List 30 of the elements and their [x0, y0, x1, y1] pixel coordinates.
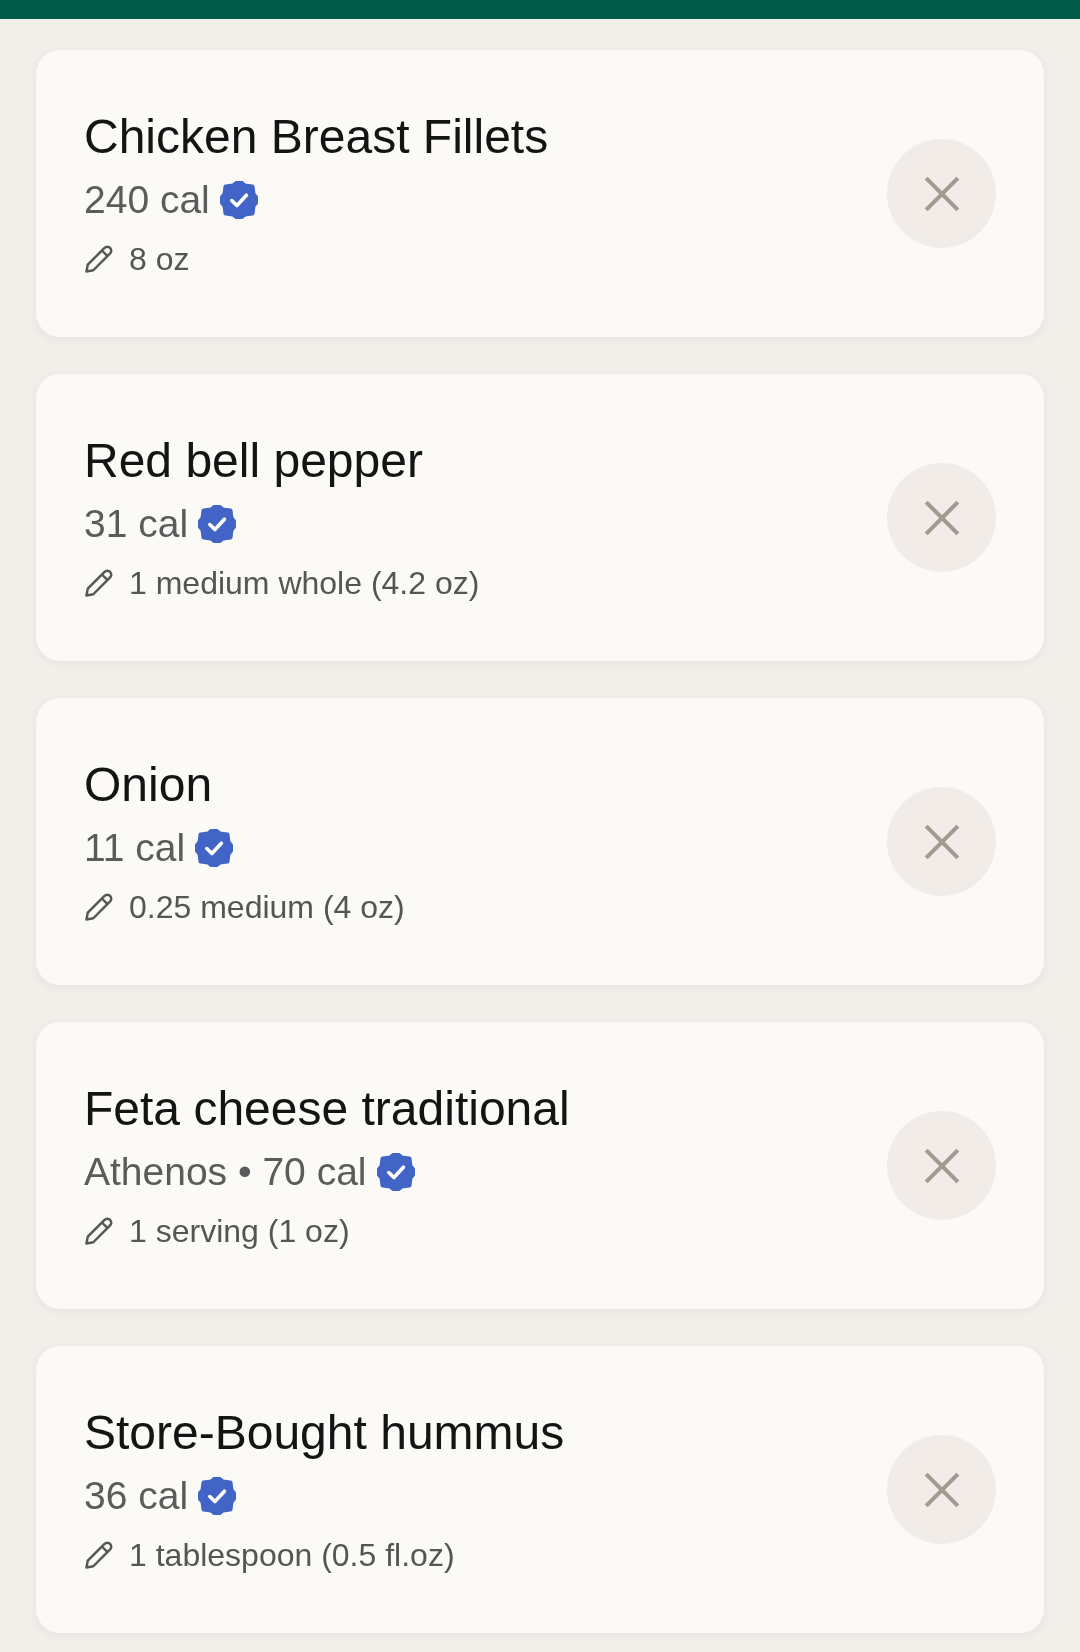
close-icon — [922, 1470, 961, 1509]
food-card[interactable]: Onion 11 cal 0.25 medium (4 oz) — [36, 698, 1044, 985]
food-card[interactable]: Feta cheese traditional Athenos • 70 cal 1 serving (1 oz) — [36, 1022, 1044, 1309]
calorie-text: Athenos • 70 cal — [84, 1148, 367, 1195]
serving-size-text: 1 tablespoon (0.5 fl.oz) — [129, 1535, 455, 1575]
pencil-icon — [84, 567, 115, 598]
calorie-text: 240 cal — [84, 176, 210, 223]
close-icon — [922, 1146, 961, 1185]
close-icon — [922, 498, 961, 537]
food-name: Feta cheese traditional — [84, 1080, 570, 1137]
serving-size-text: 8 oz — [129, 239, 190, 279]
food-name: Chicken Breast Fillets — [84, 108, 549, 165]
food-card[interactable]: Red bell pepper 31 cal 1 medium whole (4.2 oz) — [36, 374, 1044, 661]
serving-size-text: 0.25 medium (4 oz) — [129, 887, 405, 927]
food-name: Store-Bought hummus — [84, 1404, 565, 1461]
serving-size-text: 1 serving (1 oz) — [129, 1211, 350, 1251]
pencil-icon — [84, 243, 115, 274]
pencil-icon — [84, 1215, 115, 1246]
food-card[interactable]: Chicken Breast Fillets 240 cal 8 oz — [36, 50, 1044, 337]
food-name: Red bell pepper — [84, 432, 424, 489]
calorie-text: 11 cal — [84, 824, 186, 871]
food-name: Onion — [84, 756, 214, 813]
close-icon — [922, 174, 961, 213]
calorie-text: 31 cal — [84, 500, 189, 547]
pencil-icon — [84, 891, 115, 922]
close-icon — [922, 822, 961, 861]
calorie-text: 36 cal — [84, 1472, 189, 1519]
serving-size-text: 1 medium whole (4.2 oz) — [129, 563, 480, 603]
food-card[interactable]: Store-Bought hummus 36 cal 1 tablespoon (0.5 fl.oz) — [36, 1346, 1044, 1633]
pencil-icon — [84, 1539, 115, 1570]
